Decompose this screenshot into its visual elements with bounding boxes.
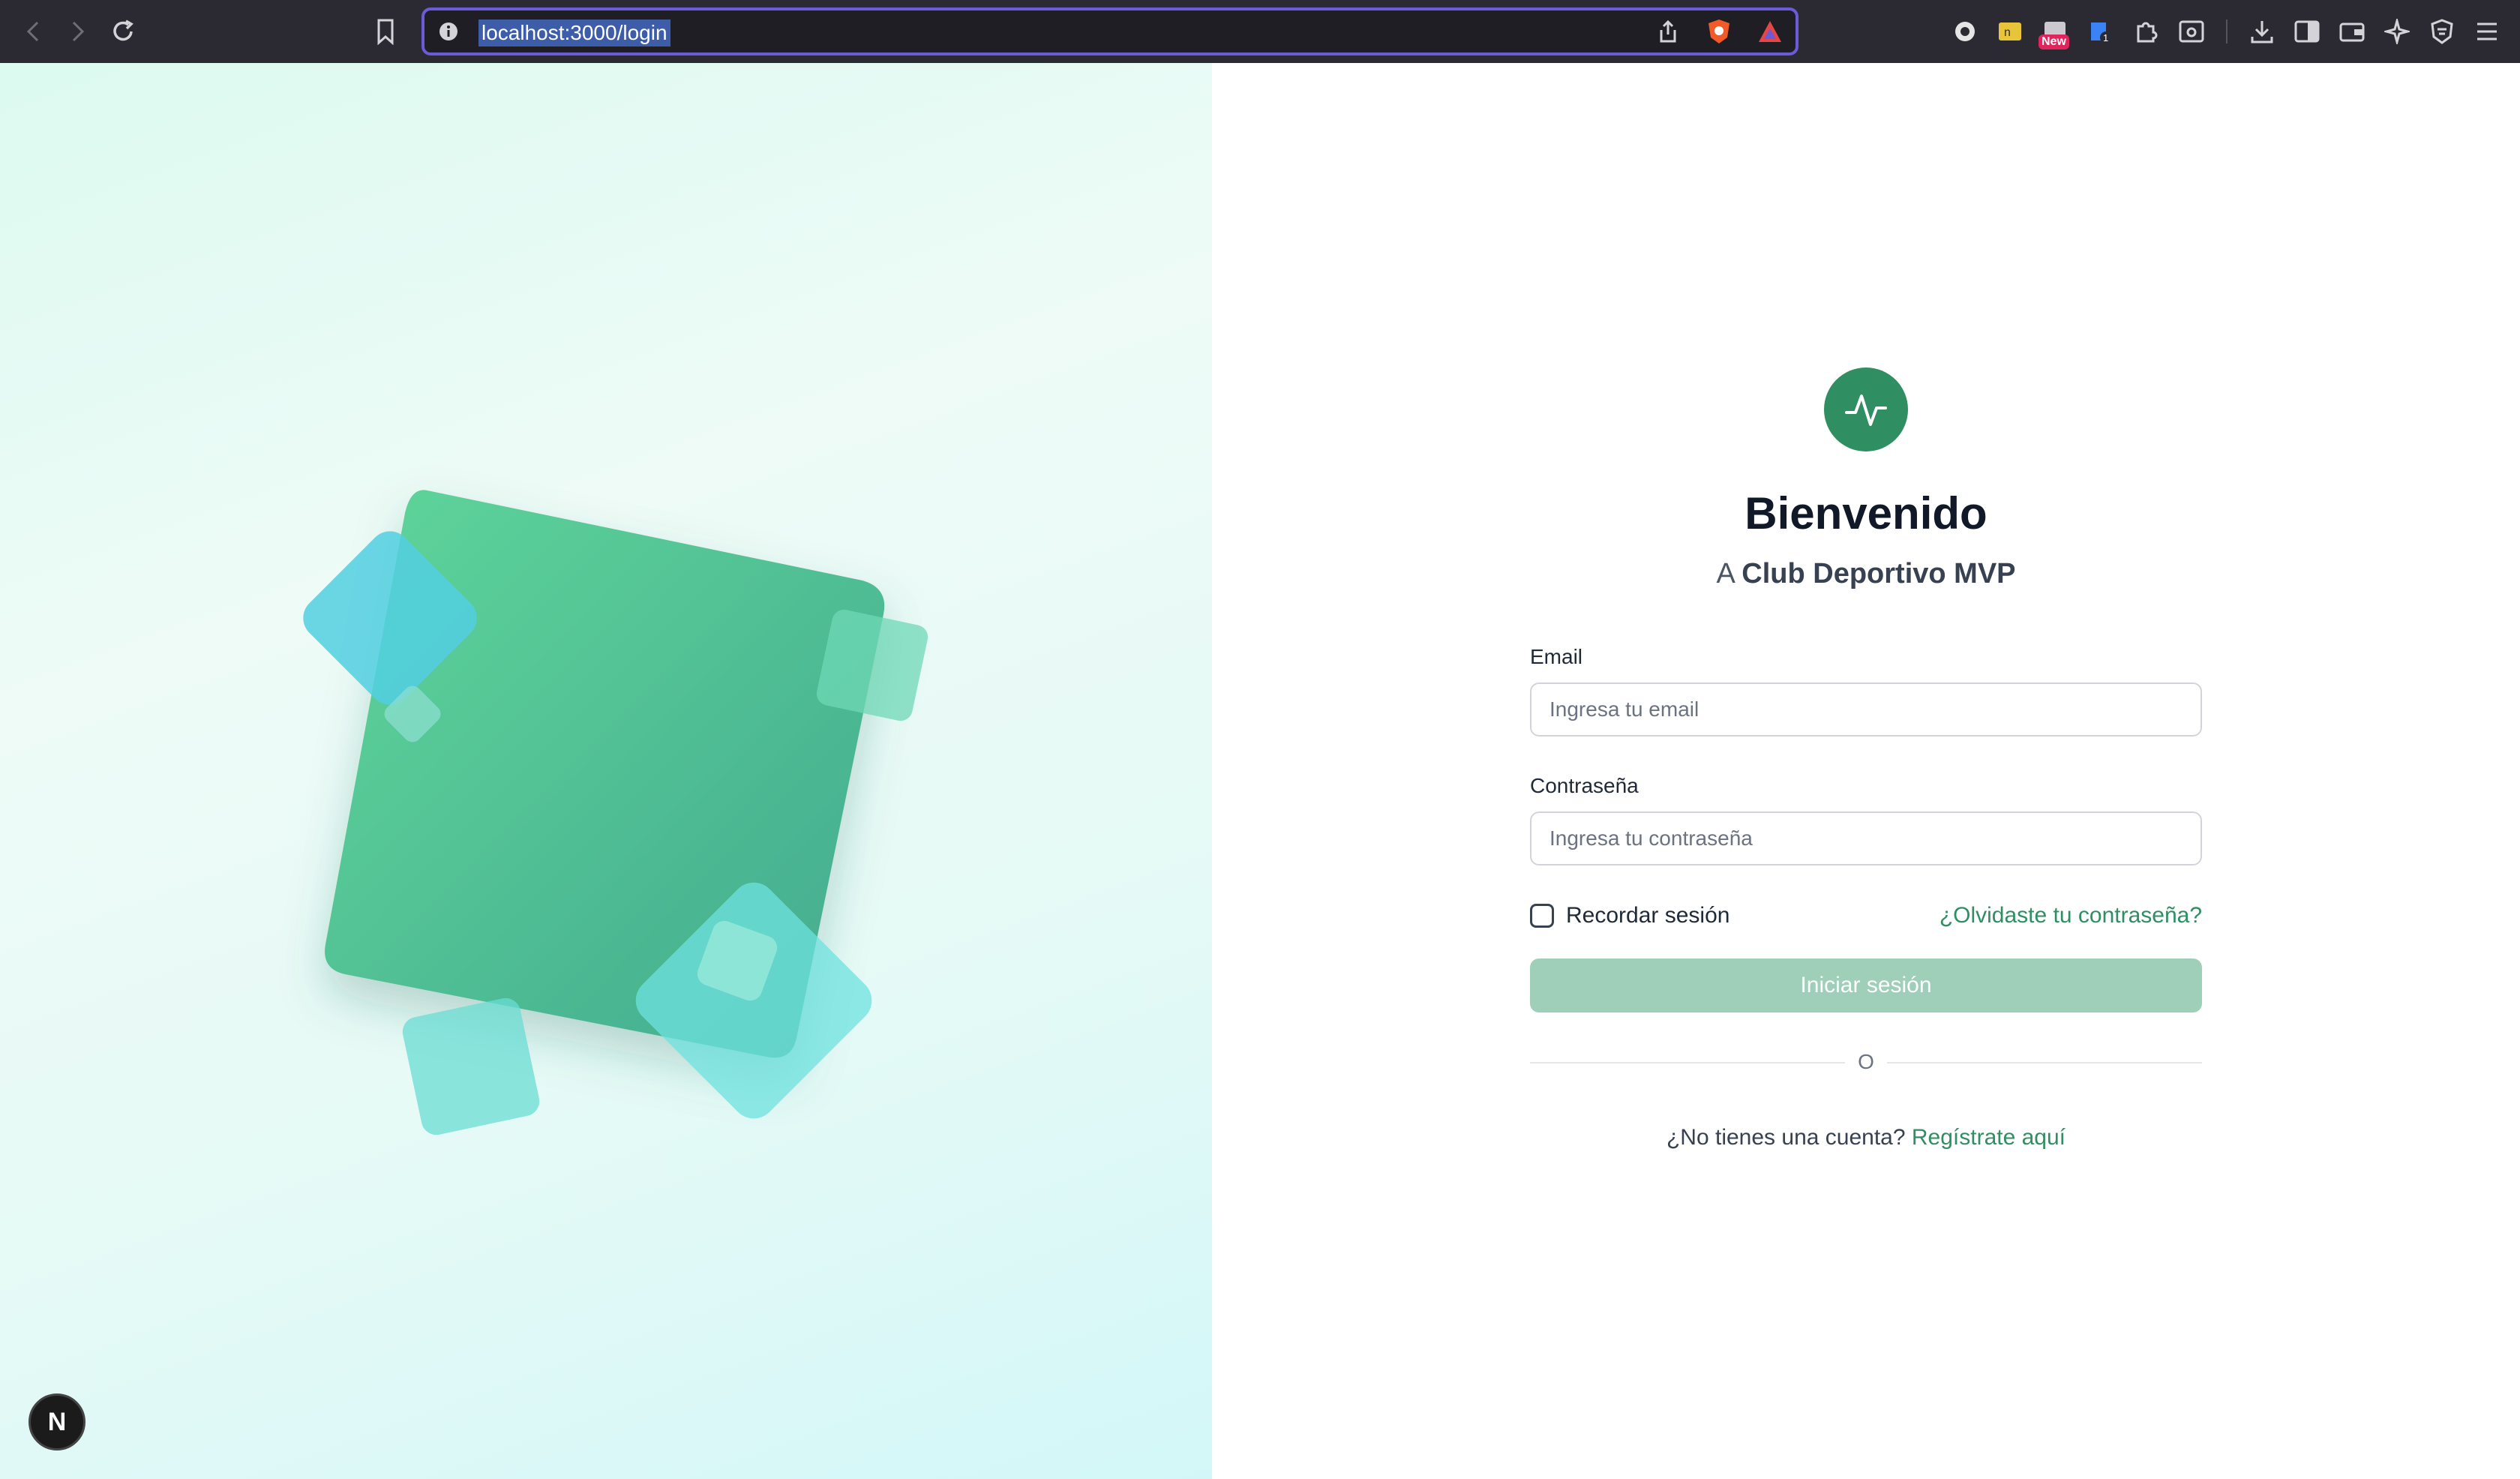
extension-badge-icon[interactable]: 1: [2085, 16, 2115, 46]
browser-toolbar: localhost:3000/login n New 1: [0, 0, 2520, 63]
new-badge: New: [2038, 34, 2069, 50]
login-panel: Bienvenido A Club Deportivo MVP Email Co…: [1212, 63, 2520, 1479]
leo-ai-icon[interactable]: [2380, 15, 2414, 48]
abstract-shapes-illustration: [303, 490, 928, 1136]
forgot-password-link[interactable]: ¿Olvidaste tu contraseña?: [1940, 903, 2202, 928]
back-icon[interactable]: [18, 16, 48, 46]
signup-prompt: ¿No tienes una cuenta?: [1666, 1125, 1906, 1150]
divider-line-right: [1887, 1062, 2202, 1064]
download-icon[interactable]: [2246, 15, 2278, 48]
screenshot-icon[interactable]: [2175, 15, 2208, 48]
brave-rewards-icon[interactable]: [1755, 16, 1785, 46]
nextjs-dev-indicator[interactable]: N: [28, 1394, 86, 1450]
sidebar-icon[interactable]: [2290, 15, 2324, 48]
or-divider: O: [1530, 1047, 2202, 1077]
bookmark-icon[interactable]: [370, 15, 400, 48]
signup-row: ¿No tienes una cuenta? Regístrate aquí: [1530, 1125, 2202, 1150]
url-text[interactable]: localhost:3000/login: [478, 20, 670, 46]
wallet-icon[interactable]: [2336, 15, 2368, 48]
menu-icon[interactable]: [2470, 15, 2504, 48]
extension-new-icon[interactable]: New: [2037, 14, 2073, 50]
login-form: Email Contraseña Recordar sesión ¿Olvida…: [1530, 645, 2202, 1150]
info-icon[interactable]: [436, 20, 460, 44]
activity-logo-icon: [1824, 368, 1908, 452]
email-field[interactable]: [1530, 682, 2202, 736]
login-button[interactable]: Iniciar sesión: [1530, 958, 2202, 1012]
vpn-icon[interactable]: [2426, 15, 2458, 48]
password-field[interactable]: [1530, 812, 2202, 866]
svg-text:n: n: [2004, 26, 2011, 39]
signup-link[interactable]: Regístrate aquí: [1912, 1125, 2066, 1150]
extension-1-icon[interactable]: [1950, 16, 1980, 46]
illustration-panel: N: [0, 63, 1212, 1479]
toolbar-divider: [2226, 20, 2228, 44]
remember-checkbox[interactable]: [1530, 904, 1554, 928]
next-badge-letter: N: [47, 1407, 67, 1436]
page-subtitle: A Club Deportivo MVP: [1212, 558, 2520, 590]
address-bar[interactable]: localhost:3000/login: [422, 8, 1798, 56]
share-icon[interactable]: [1654, 18, 1682, 45]
club-name: Club Deportivo MVP: [1742, 558, 2016, 590]
remember-row: Recordar sesión ¿Olvidaste tu contraseña…: [1530, 903, 2202, 928]
extension-2-icon[interactable]: n: [1995, 16, 2025, 46]
subtitle-prefix: A: [1716, 558, 1734, 590]
page-title: Bienvenido: [1744, 488, 1988, 538]
forward-icon[interactable]: [63, 16, 93, 46]
reload-icon[interactable]: [106, 15, 140, 48]
brave-shield-icon[interactable]: [1704, 16, 1734, 46]
svg-text:1: 1: [2103, 32, 2108, 44]
puzzle-icon[interactable]: [2130, 15, 2163, 48]
remember-me[interactable]: Recordar sesión: [1530, 903, 1730, 928]
password-label: Contraseña: [1530, 774, 1639, 797]
remember-label: Recordar sesión: [1566, 903, 1730, 928]
email-label: Email: [1530, 645, 1583, 668]
